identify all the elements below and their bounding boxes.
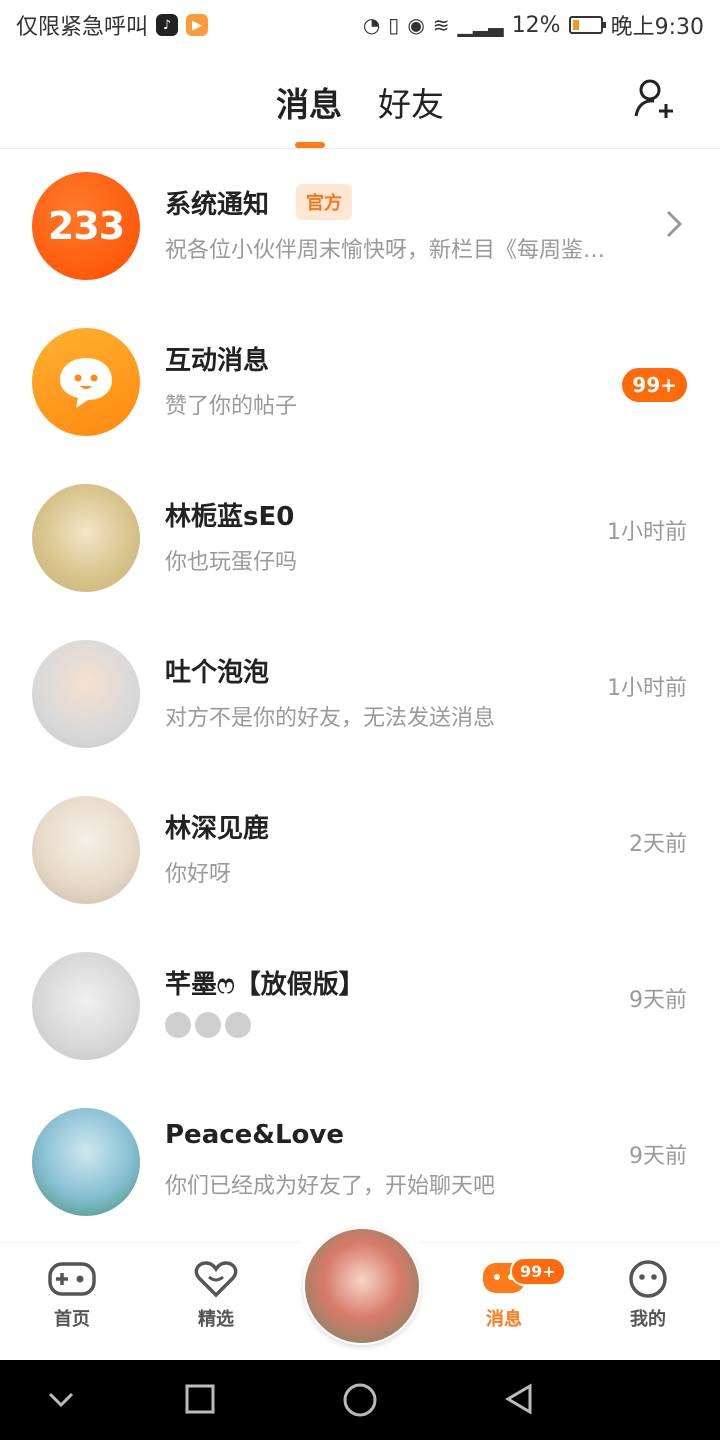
official-badge: 官方 [296,184,352,220]
chat-bubble-icon [60,358,112,408]
unread-count-badge: 99+ [622,368,687,402]
avatar [32,952,140,1060]
list-item[interactable]: 233 系统通知 官方 祝各位小伙伴周末愉快呀，新栏目《每周鉴… [0,150,720,306]
message-preview: 你们已经成为好友了，开始聊天吧 [165,1174,496,1199]
active-tab-indicator [295,142,325,148]
message-list: 233 系统通知 官方 祝各位小伙伴周末愉快呀，新栏目《每周鉴… 互动消息 赞了… [0,150,720,1242]
message-name: 互动消息 [165,346,270,376]
message-preview: 你也玩蛋仔吗 [165,550,298,575]
battery-icon [568,16,606,34]
nav-label: 精选 [198,1309,234,1330]
tab-friends[interactable]: 好友 [378,78,444,126]
list-item[interactable]: 林栀蓝sE0 你也玩蛋仔吗 1小时前 [0,462,720,618]
avatar [32,1108,140,1216]
battery-percent: 12% [511,12,561,38]
signal-icon: ▁▂▃ [457,13,504,37]
chevron-right-icon [666,210,683,238]
nav-label: 我的 [630,1309,666,1330]
nav-label: 消息 [486,1309,522,1330]
system-nav-bar [0,1360,720,1440]
message-preview: 对方不是你的好友，无法发送消息 [165,706,496,731]
vibrate-icon: ▯ [388,13,400,37]
message-preview: 你好呀 [165,862,232,887]
emoji-preview [165,1012,251,1038]
message-name: Peace&Love [165,1120,344,1150]
system-avatar: 233 [32,172,140,280]
message-time: 1小时前 [607,520,687,545]
message-time: 1小时前 [607,676,687,701]
center-avatar-button[interactable] [303,1227,421,1345]
clock: 晚上9:30 [610,15,704,40]
avatar [32,484,140,592]
avatar-text: 233 [47,204,125,248]
gamepad-icon [48,1262,96,1296]
bottom-nav: 首页 精选 消息 99+ 我的 [0,1211,720,1361]
tab-messages[interactable]: 消息 [276,78,342,126]
message-name: 吐个泡泡 [165,658,270,688]
tiktok-icon: ♪ [156,14,179,36]
emoji-icon [195,1012,221,1038]
heart-icon [194,1261,238,1298]
emoji-icon [225,1012,251,1038]
message-time: 2天前 [629,832,687,857]
interaction-avatar [32,328,140,436]
header: 消息 好友 [0,50,720,149]
avatar [32,796,140,904]
message-preview: 祝各位小伙伴周末愉快呀，新栏目《每周鉴… [165,238,606,263]
message-preview: 赞了你的帖子 [165,394,298,419]
nav-me[interactable]: 我的 [598,1259,698,1331]
collapse-icon[interactable] [44,1382,78,1416]
emoji-icon [165,1012,191,1038]
list-item[interactable]: 吐个泡泡 对方不是你的好友，无法发送消息 1小时前 [0,618,720,774]
face-icon [629,1260,667,1298]
message-name: 系统通知 [165,190,270,220]
message-name: 芊墨ෆ【放假版】 [165,970,365,1000]
list-item[interactable]: 芊墨ෆ【放假版】 9天前 [0,930,720,1086]
message-name: 林深见鹿 [165,814,270,844]
list-item[interactable]: 林深见鹿 你好呀 2天前 [0,774,720,930]
nav-home[interactable]: 首页 [22,1259,122,1331]
message-name: 林栀蓝sE0 [165,502,295,532]
eye-icon: ◉ [407,13,425,37]
message-time: 9天前 [629,988,687,1013]
avatar [32,640,140,748]
wifi-icon: ≋ [432,13,450,37]
carrier-text: 仅限紧急呼叫 [16,15,149,40]
data-saver-icon: ◔ [362,13,381,37]
nav-unread-badge: 99+ [510,1257,566,1286]
recents-icon[interactable] [183,1382,217,1416]
nav-label: 首页 [54,1309,90,1330]
message-time: 9天前 [629,1144,687,1169]
add-friend-icon[interactable] [632,76,678,122]
home-icon[interactable] [342,1382,378,1418]
back-icon[interactable] [502,1382,536,1416]
video-app-icon: ▶ [186,14,209,36]
nav-featured[interactable]: 精选 [166,1259,266,1331]
list-item[interactable]: 互动消息 赞了你的帖子 99+ [0,306,720,462]
status-bar: 仅限紧急呼叫 ♪ ▶ ◔ ▯ ◉ ≋ ▁▂▃ 12% 晚上9:30 [0,0,720,50]
